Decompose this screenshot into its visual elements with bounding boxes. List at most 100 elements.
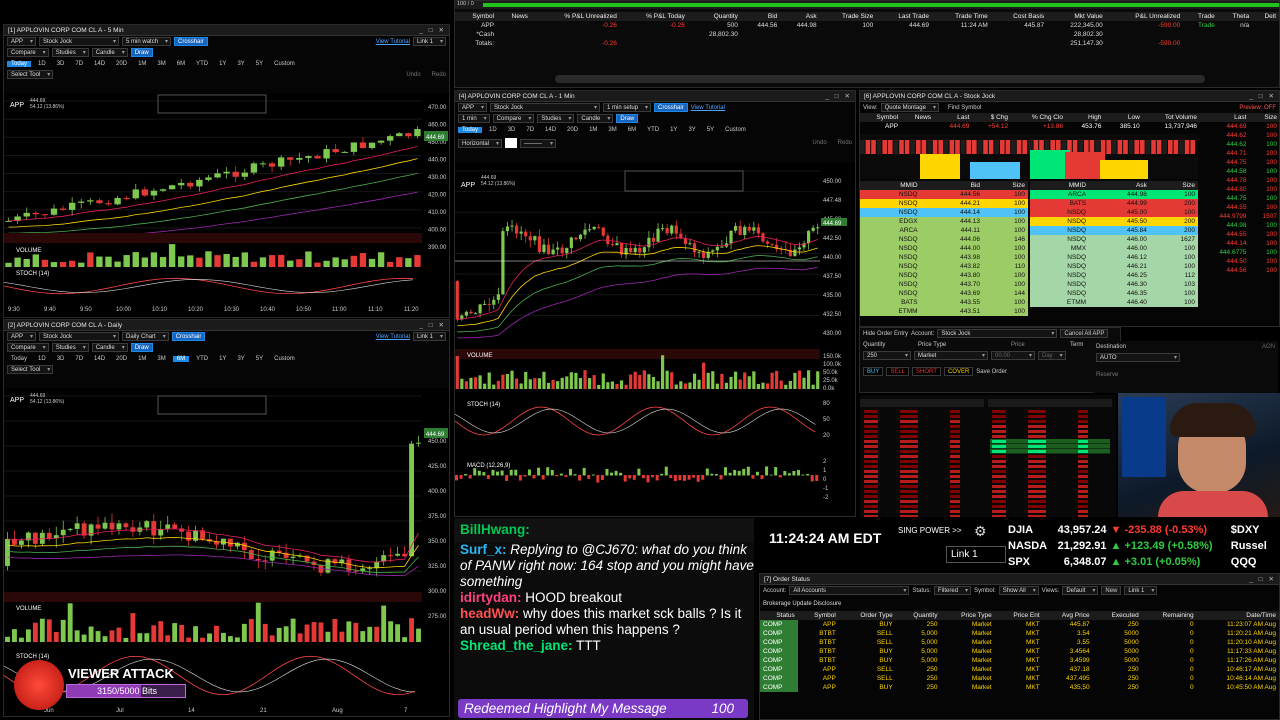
range-tab-7d[interactable]: 7D bbox=[71, 61, 87, 67]
range-tab-6m[interactable]: 6M bbox=[172, 355, 190, 362]
ask-row[interactable]: NSDQ 445.00 100 bbox=[1030, 208, 1198, 217]
range-tab-7d[interactable]: 7D bbox=[522, 127, 538, 133]
order-row[interactable]: COMP APP SELL 250 Market MKT 437.18 250 0 10:46:1… bbox=[760, 665, 1279, 674]
table-row[interactable]: *Cash 28,802.30 28,802.30 bbox=[455, 30, 1279, 39]
bid-row[interactable]: EDGX 444.13 100 bbox=[860, 217, 1028, 226]
interval-select[interactable]: 1 min bbox=[458, 114, 490, 123]
ask-row[interactable]: NSDQ 446.21 100 bbox=[1030, 262, 1198, 271]
cover-button[interactable]: COVER bbox=[943, 367, 974, 376]
range-tab-today[interactable]: Today bbox=[458, 126, 483, 133]
range-tab-14d[interactable]: 14D bbox=[90, 61, 109, 67]
line-style-select[interactable]: ——— bbox=[520, 138, 557, 148]
chat-username[interactable]: Surf_x: bbox=[460, 542, 507, 557]
setup-select[interactable]: 1 min setup bbox=[603, 103, 652, 112]
ask-row[interactable]: NSDQ 446.12 100 bbox=[1030, 253, 1198, 262]
ask-row[interactable]: MMX 446.00 100 bbox=[1030, 244, 1198, 253]
price-type-select[interactable]: Market bbox=[914, 351, 988, 360]
destination-select[interactable]: AUTO bbox=[1096, 353, 1180, 362]
bid-row[interactable]: NSDQ 443.80 100 bbox=[860, 271, 1028, 280]
range-tab-custom[interactable]: Custom bbox=[270, 356, 299, 362]
quantity-input[interactable]: 250 bbox=[863, 351, 911, 360]
range-tab-1y[interactable]: 1Y bbox=[215, 356, 230, 362]
range-tab-today[interactable]: Today bbox=[7, 60, 32, 67]
studies-select[interactable]: Studies bbox=[51, 48, 89, 57]
new-button[interactable]: New bbox=[1101, 586, 1122, 595]
range-tab-6m[interactable]: 6M bbox=[624, 127, 640, 133]
bid-row[interactable]: NSDQ 443.98 100 bbox=[860, 253, 1028, 262]
order-row[interactable]: COMP BTBT SELL 5,000 Market MKT 3.54 5000 0 11:20… bbox=[760, 629, 1279, 638]
bid-row[interactable]: NSDQ 443.82 110 bbox=[860, 262, 1028, 271]
redo-button[interactable]: Redo bbox=[432, 72, 446, 78]
range-tab-3d[interactable]: 3D bbox=[504, 127, 520, 133]
crosshair-button[interactable]: Crosshair bbox=[171, 332, 206, 341]
range-tab-3d[interactable]: 3D bbox=[53, 61, 69, 67]
window-controls[interactable]: _ □ ✕ bbox=[419, 25, 446, 36]
range-tab-14d[interactable]: 14D bbox=[541, 127, 560, 133]
orientation-select[interactable]: Horizontal bbox=[458, 138, 503, 148]
term-select[interactable]: Day bbox=[1038, 351, 1066, 360]
window-controls[interactable]: _ □ ✕ bbox=[419, 320, 446, 331]
account-select[interactable]: Stock Jock bbox=[39, 332, 120, 341]
buy-button[interactable]: BUY bbox=[863, 367, 884, 376]
view-tutorial-link[interactable]: View Tutorial bbox=[376, 334, 410, 340]
range-tab-6m[interactable]: 6M bbox=[173, 61, 189, 67]
find-symbol[interactable]: Find Symbol bbox=[948, 105, 981, 111]
views-select[interactable]: Default bbox=[1062, 586, 1099, 595]
symbol-select[interactable]: APP bbox=[458, 103, 488, 112]
candle-select[interactable]: Candle bbox=[577, 114, 614, 123]
table-row[interactable]: APP -0.26 -0.26 500 444.56 444.98 100 444.69 11:… bbox=[455, 21, 1279, 30]
sell-button[interactable]: SELL bbox=[886, 367, 910, 376]
setup-select[interactable]: Daily Chart bbox=[122, 332, 169, 341]
range-tab-1m[interactable]: 1M bbox=[134, 61, 150, 67]
range-tab-3y[interactable]: 3Y bbox=[233, 61, 248, 67]
price-input[interactable]: 00.00 bbox=[991, 351, 1035, 360]
candle-select[interactable]: Candle bbox=[91, 343, 128, 352]
bid-row[interactable]: NSDQ 444.21 100 bbox=[860, 199, 1028, 208]
range-tab-5y[interactable]: 5Y bbox=[252, 356, 267, 362]
symbol-filter[interactable]: Show All bbox=[998, 586, 1039, 595]
bid-row[interactable]: NSDQ 444.14 100 bbox=[860, 208, 1028, 217]
ask-row[interactable]: NSDQ 446.00 1627 bbox=[1030, 235, 1198, 244]
order-row[interactable]: COMP APP SELL 250 Market MKT 437.495 250 0 10:46:… bbox=[760, 674, 1279, 683]
ask-row[interactable]: ETMM 446.40 100 bbox=[1030, 298, 1198, 307]
chat-username[interactable]: BillHwang: bbox=[460, 522, 530, 537]
window-controls[interactable]: _ □ ✕ bbox=[1249, 91, 1276, 102]
gear-icon[interactable]: ⚙ bbox=[974, 523, 987, 540]
reserve-label[interactable]: Reserve bbox=[1096, 372, 1118, 378]
ask-row[interactable]: NSDQ 445.84 200 bbox=[1030, 226, 1198, 235]
range-tab-1y[interactable]: 1Y bbox=[215, 61, 230, 67]
range-tab-ytd[interactable]: YTD bbox=[643, 127, 663, 133]
window-controls[interactable]: _ □ ✕ bbox=[825, 91, 852, 102]
crosshair-button[interactable]: Crosshair bbox=[654, 103, 688, 112]
bid-row[interactable]: ARCA 444.11 100 bbox=[860, 226, 1028, 235]
color-swatch[interactable] bbox=[505, 138, 518, 148]
disclosure-link[interactable]: Brokerage Update Disclosure bbox=[763, 601, 841, 607]
range-tab-5y[interactable]: 5Y bbox=[703, 127, 718, 133]
range-tab-1d[interactable]: 1D bbox=[485, 127, 501, 133]
range-tab-1m[interactable]: 1M bbox=[585, 127, 601, 133]
account-select[interactable]: Stock Jock bbox=[39, 37, 120, 46]
short-button[interactable]: SHORT bbox=[912, 367, 941, 376]
bid-row[interactable]: NSDQ 444.56 100 bbox=[860, 190, 1028, 199]
range-tab-5y[interactable]: 5Y bbox=[252, 61, 267, 67]
setup-select[interactable]: 5 min watch bbox=[122, 37, 172, 46]
order-row[interactable]: COMP BTBT SELL 5,000 Market MKT 3.55 5000 0 11:20… bbox=[760, 638, 1279, 647]
range-tab-ytd[interactable]: YTD bbox=[192, 61, 212, 67]
range-tab-3y[interactable]: 3Y bbox=[684, 127, 699, 133]
range-tab-3m[interactable]: 3M bbox=[604, 127, 620, 133]
ask-row[interactable]: ARCA 444.98 100 bbox=[1030, 190, 1198, 199]
range-tab-1y[interactable]: 1Y bbox=[666, 127, 681, 133]
account-select[interactable]: Stock Jock bbox=[937, 329, 1058, 338]
undo-button[interactable]: Undo bbox=[406, 72, 420, 78]
select-tool[interactable]: Select Tool bbox=[7, 70, 54, 79]
bid-row[interactable]: NSDQ 443.70 100 bbox=[860, 280, 1028, 289]
range-tab-14d[interactable]: 14D bbox=[90, 356, 109, 362]
range-tab-custom[interactable]: Custom bbox=[721, 127, 750, 133]
link-select[interactable]: Link 1 bbox=[1124, 586, 1158, 595]
account-select[interactable]: Stock Jock bbox=[490, 103, 601, 112]
cancel-all-button[interactable]: Cancel All APP bbox=[1060, 329, 1109, 338]
ask-row[interactable]: NSDQ 445.50 200 bbox=[1030, 217, 1198, 226]
chat-username[interactable]: Shread_the_jane: bbox=[460, 638, 573, 653]
ask-row[interactable]: NSDQ 446.25 112 bbox=[1030, 271, 1198, 280]
order-row[interactable]: COMP APP BUY 250 Market MKT 445.87 250 0 11:23:07… bbox=[760, 620, 1279, 629]
